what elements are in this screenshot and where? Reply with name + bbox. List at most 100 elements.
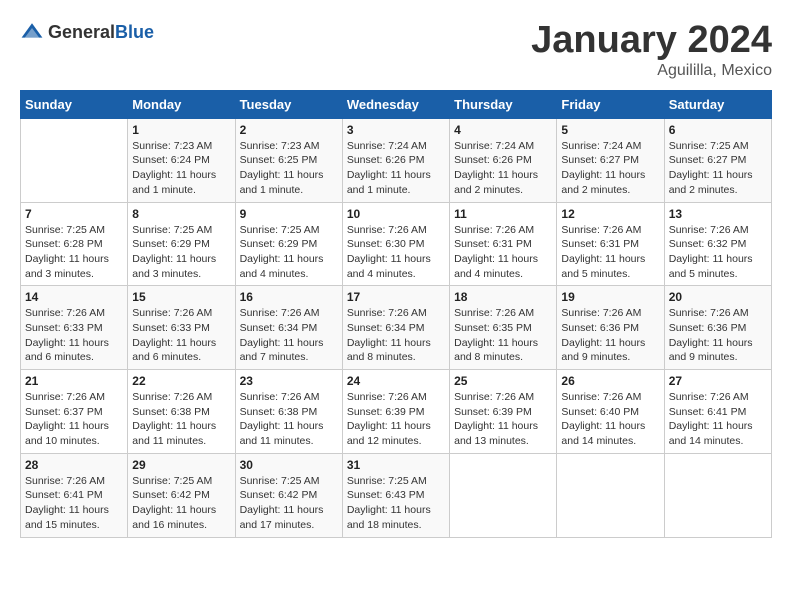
calendar-cell: 7 Sunrise: 7:25 AM Sunset: 6:28 PM Daylig…	[21, 202, 128, 286]
day-detail: Sunrise: 7:26 AM Sunset: 6:41 PM Dayligh…	[25, 474, 123, 533]
day-detail: Sunrise: 7:25 AM Sunset: 6:29 PM Dayligh…	[132, 223, 230, 282]
logo-text-general: General	[48, 22, 115, 42]
calendar-cell: 1 Sunrise: 7:23 AM Sunset: 6:24 PM Daylig…	[128, 118, 235, 202]
day-number: 21	[25, 374, 123, 388]
title-area: January 2024 Aguililla, Mexico	[531, 20, 772, 80]
day-number: 28	[25, 458, 123, 472]
day-number: 7	[25, 207, 123, 221]
calendar-cell	[557, 453, 664, 537]
day-number: 26	[561, 374, 659, 388]
day-detail: Sunrise: 7:25 AM Sunset: 6:42 PM Dayligh…	[240, 474, 338, 533]
day-detail: Sunrise: 7:26 AM Sunset: 6:38 PM Dayligh…	[240, 390, 338, 449]
calendar-cell: 17Sunrise: 7:26 AM Sunset: 6:34 PM Dayli…	[342, 286, 449, 370]
calendar-cell: 26 Sunrise: 7:26 AM Sunset: 6:40 PM Dayli…	[557, 370, 664, 454]
day-number: 11	[454, 207, 552, 221]
day-detail: Sunrise: 7:26 AM Sunset: 6:36 PM Dayligh…	[669, 306, 767, 365]
calendar-cell: 11 Sunrise: 7:26 AM Sunset: 6:31 PM Dayli…	[450, 202, 557, 286]
day-number: 12	[561, 207, 659, 221]
day-detail: Sunrise: 7:26 AM Sunset: 6:32 PM Dayligh…	[669, 223, 767, 282]
day-detail: Sunrise: 7:26 AM Sunset: 6:35 PM Dayligh…	[454, 306, 552, 365]
calendar-cell: 19 Sunrise: 7:26 AM Sunset: 6:36 PM Dayli…	[557, 286, 664, 370]
day-number: 27	[669, 374, 767, 388]
calendar-cell: 18Sunrise: 7:26 AM Sunset: 6:35 PM Dayli…	[450, 286, 557, 370]
calendar-cell: 29 Sunrise: 7:25 AM Sunset: 6:42 PM Dayli…	[128, 453, 235, 537]
weekday-header-cell: Sunday	[21, 90, 128, 118]
day-detail: Sunrise: 7:26 AM Sunset: 6:41 PM Dayligh…	[669, 390, 767, 449]
day-number: 1	[132, 123, 230, 137]
calendar-cell: 31 Sunrise: 7:25 AM Sunset: 6:43 PM Dayli…	[342, 453, 449, 537]
day-detail: Sunrise: 7:26 AM Sunset: 6:38 PM Dayligh…	[132, 390, 230, 449]
weekday-header-cell: Friday	[557, 90, 664, 118]
calendar-cell: 6 Sunrise: 7:25 AM Sunset: 6:27 PM Daylig…	[664, 118, 771, 202]
calendar-cell: 2 Sunrise: 7:23 AM Sunset: 6:25 PM Daylig…	[235, 118, 342, 202]
day-number: 6	[669, 123, 767, 137]
calendar-week-row: 28 Sunrise: 7:26 AM Sunset: 6:41 PM Dayli…	[21, 453, 772, 537]
calendar-cell: 27 Sunrise: 7:26 AM Sunset: 6:41 PM Dayli…	[664, 370, 771, 454]
weekday-header-cell: Monday	[128, 90, 235, 118]
day-number: 5	[561, 123, 659, 137]
day-number: 9	[240, 207, 338, 221]
calendar-cell	[21, 118, 128, 202]
day-number: 10	[347, 207, 445, 221]
day-detail: Sunrise: 7:24 AM Sunset: 6:27 PM Dayligh…	[561, 139, 659, 198]
day-detail: Sunrise: 7:26 AM Sunset: 6:30 PM Dayligh…	[347, 223, 445, 282]
calendar-cell: 24Sunrise: 7:26 AM Sunset: 6:39 PM Dayli…	[342, 370, 449, 454]
day-detail: Sunrise: 7:26 AM Sunset: 6:39 PM Dayligh…	[454, 390, 552, 449]
day-detail: Sunrise: 7:24 AM Sunset: 6:26 PM Dayligh…	[347, 139, 445, 198]
calendar-cell: 22Sunrise: 7:26 AM Sunset: 6:38 PM Dayli…	[128, 370, 235, 454]
calendar-week-row: 7 Sunrise: 7:25 AM Sunset: 6:28 PM Daylig…	[21, 202, 772, 286]
calendar-cell: 30 Sunrise: 7:25 AM Sunset: 6:42 PM Dayli…	[235, 453, 342, 537]
day-number: 2	[240, 123, 338, 137]
day-number: 23	[240, 374, 338, 388]
calendar-body: 1 Sunrise: 7:23 AM Sunset: 6:24 PM Daylig…	[21, 118, 772, 537]
day-number: 19	[561, 290, 659, 304]
calendar-cell: 15Sunrise: 7:26 AM Sunset: 6:33 PM Dayli…	[128, 286, 235, 370]
weekday-header-cell: Thursday	[450, 90, 557, 118]
weekday-header-cell: Wednesday	[342, 90, 449, 118]
location-title: Aguililla, Mexico	[531, 62, 772, 80]
calendar-cell: 13Sunrise: 7:26 AM Sunset: 6:32 PM Dayli…	[664, 202, 771, 286]
calendar-cell: 21Sunrise: 7:26 AM Sunset: 6:37 PM Dayli…	[21, 370, 128, 454]
calendar-cell	[664, 453, 771, 537]
day-number: 14	[25, 290, 123, 304]
calendar-cell: 25Sunrise: 7:26 AM Sunset: 6:39 PM Dayli…	[450, 370, 557, 454]
calendar-cell: 16 Sunrise: 7:26 AM Sunset: 6:34 PM Dayli…	[235, 286, 342, 370]
day-detail: Sunrise: 7:26 AM Sunset: 6:31 PM Dayligh…	[454, 223, 552, 282]
day-detail: Sunrise: 7:25 AM Sunset: 6:43 PM Dayligh…	[347, 474, 445, 533]
calendar-table: SundayMondayTuesdayWednesdayThursdayFrid…	[20, 90, 772, 538]
calendar-cell: 14 Sunrise: 7:26 AM Sunset: 6:33 PM Dayli…	[21, 286, 128, 370]
day-detail: Sunrise: 7:26 AM Sunset: 6:33 PM Dayligh…	[132, 306, 230, 365]
day-detail: Sunrise: 7:26 AM Sunset: 6:39 PM Dayligh…	[347, 390, 445, 449]
day-detail: Sunrise: 7:25 AM Sunset: 6:28 PM Dayligh…	[25, 223, 123, 282]
day-number: 31	[347, 458, 445, 472]
day-detail: Sunrise: 7:23 AM Sunset: 6:24 PM Dayligh…	[132, 139, 230, 198]
month-title: January 2024	[531, 20, 772, 62]
weekday-header-cell: Tuesday	[235, 90, 342, 118]
day-detail: Sunrise: 7:25 AM Sunset: 6:29 PM Dayligh…	[240, 223, 338, 282]
day-detail: Sunrise: 7:23 AM Sunset: 6:25 PM Dayligh…	[240, 139, 338, 198]
day-detail: Sunrise: 7:26 AM Sunset: 6:40 PM Dayligh…	[561, 390, 659, 449]
day-detail: Sunrise: 7:26 AM Sunset: 6:31 PM Dayligh…	[561, 223, 659, 282]
day-number: 20	[669, 290, 767, 304]
calendar-week-row: 14 Sunrise: 7:26 AM Sunset: 6:33 PM Dayli…	[21, 286, 772, 370]
calendar-cell: 28 Sunrise: 7:26 AM Sunset: 6:41 PM Dayli…	[21, 453, 128, 537]
day-number: 30	[240, 458, 338, 472]
day-detail: Sunrise: 7:25 AM Sunset: 6:27 PM Dayligh…	[669, 139, 767, 198]
page-header: GeneralBlue January 2024 Aguililla, Mexi…	[20, 20, 772, 80]
day-detail: Sunrise: 7:26 AM Sunset: 6:36 PM Dayligh…	[561, 306, 659, 365]
calendar-week-row: 1 Sunrise: 7:23 AM Sunset: 6:24 PM Daylig…	[21, 118, 772, 202]
calendar-cell: 20 Sunrise: 7:26 AM Sunset: 6:36 PM Dayli…	[664, 286, 771, 370]
day-detail: Sunrise: 7:26 AM Sunset: 6:33 PM Dayligh…	[25, 306, 123, 365]
day-detail: Sunrise: 7:26 AM Sunset: 6:34 PM Dayligh…	[240, 306, 338, 365]
day-number: 16	[240, 290, 338, 304]
weekday-header-row: SundayMondayTuesdayWednesdayThursdayFrid…	[21, 90, 772, 118]
calendar-cell: 9 Sunrise: 7:25 AM Sunset: 6:29 PM Daylig…	[235, 202, 342, 286]
day-number: 17	[347, 290, 445, 304]
day-detail: Sunrise: 7:24 AM Sunset: 6:26 PM Dayligh…	[454, 139, 552, 198]
day-detail: Sunrise: 7:25 AM Sunset: 6:42 PM Dayligh…	[132, 474, 230, 533]
day-number: 29	[132, 458, 230, 472]
calendar-cell: 23 Sunrise: 7:26 AM Sunset: 6:38 PM Dayli…	[235, 370, 342, 454]
calendar-cell: 10 Sunrise: 7:26 AM Sunset: 6:30 PM Dayli…	[342, 202, 449, 286]
calendar-cell: 4Sunrise: 7:24 AM Sunset: 6:26 PM Daylig…	[450, 118, 557, 202]
logo-icon	[20, 20, 44, 44]
